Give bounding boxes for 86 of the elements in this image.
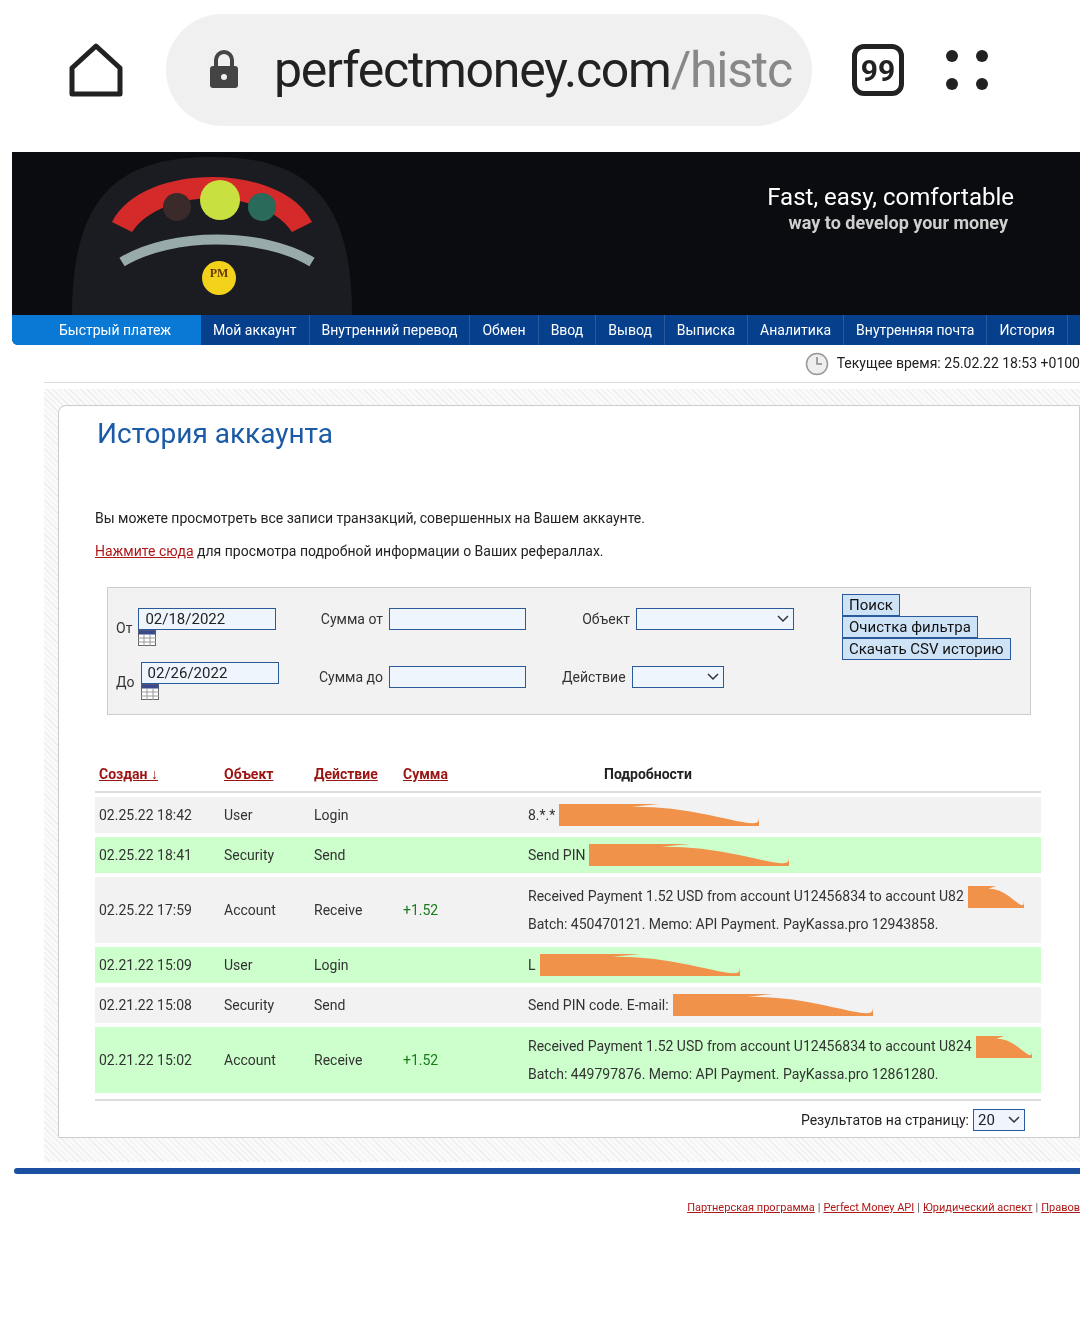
details-text: Batch: 449797876. Memo: API Payment. PayKassa.pro 12861280. [528, 1064, 939, 1084]
nav-tab[interactable]: Мой аккаунт [201, 315, 310, 345]
to-label: До [116, 673, 135, 692]
details-text: Send PIN [528, 845, 586, 865]
nav-tab[interactable]: Быстрый платеж [12, 315, 202, 345]
details-text: Batch: 450470121. Memo: API Payment. PayKassa.pro 12943858. [528, 914, 939, 934]
table-cell: 02.21.22 15:02 [99, 1051, 192, 1068]
sum-to-field[interactable] [389, 666, 526, 688]
chevron-down-icon [706, 673, 719, 681]
current-time: Текущее время: 25.02.22 18:53 +0100 [836, 354, 1080, 373]
table-cell: Send [314, 846, 346, 863]
from-label: От [116, 619, 133, 638]
nav-tab[interactable]: Ввод [538, 315, 597, 345]
table-cell: +1.52 [403, 1051, 439, 1068]
details-text: Received Payment 1.52 USD from account U12456834 to account U824 [528, 1037, 972, 1056]
slogan: Fast, easy, comfortable [767, 182, 1014, 212]
table-cell: Security [224, 996, 275, 1013]
filter-button[interactable]: Скачать CSV историю [842, 638, 1011, 660]
table-cell: 02.21.22 15:09 [99, 956, 192, 973]
address-bar[interactable]: perfectmoney.com/histc [166, 14, 812, 126]
chevron-down-icon [1008, 1116, 1020, 1124]
table-cell: 02.25.22 17:59 [99, 901, 192, 918]
url-text: perfectmoney.com/histc [274, 39, 792, 101]
action-label: Действие [562, 667, 626, 687]
separator: | [816, 1200, 822, 1216]
footer-link[interactable]: Правов [1041, 1200, 1080, 1217]
footer-link[interactable]: Perfect Money API [823, 1200, 915, 1217]
nav-tab[interactable]: Внутренний перевод [309, 315, 471, 345]
table-cell: 02.21.22 15:08 [99, 996, 192, 1013]
table-cell: Receive [314, 901, 363, 918]
nav-tab[interactable]: История [987, 315, 1068, 345]
table-cell: Login [314, 806, 349, 823]
table-cell: User [224, 806, 253, 823]
table-cell: Account [224, 1051, 276, 1068]
dropdown-select[interactable] [636, 608, 794, 630]
table-cell: 02.25.22 18:41 [99, 846, 192, 863]
calendar-icon[interactable] [138, 630, 157, 646]
lock-icon [208, 50, 240, 90]
table-cell: Receive [314, 1051, 363, 1068]
sum-from-field[interactable] [389, 608, 526, 630]
from-date-field[interactable]: 02/18/2022 [138, 608, 277, 630]
details-text: Send PIN code. E-mail: [528, 995, 669, 1015]
details-text: L [528, 955, 536, 975]
separator: | [1034, 1200, 1040, 1216]
table-cell: Account [224, 901, 276, 918]
nav-tab[interactable]: Обмен [470, 315, 539, 345]
nav-tab[interactable]: Выписка [664, 315, 749, 345]
table-cell: Security [224, 846, 275, 863]
dropdown-select[interactable] [631, 666, 724, 688]
table-cell: User [224, 956, 253, 973]
nav-tab[interactable]: Вывод [596, 315, 665, 345]
to-date-field[interactable]: 02/26/2022 [140, 662, 279, 684]
sum-to-label: Сумма до [318, 667, 383, 687]
banner-logo: PM [208, 265, 230, 282]
table-cell: Send [314, 996, 346, 1013]
clock-icon [804, 351, 829, 376]
filter-button[interactable]: Поиск [842, 594, 900, 616]
footer-link[interactable]: Партнерская программа [687, 1200, 815, 1217]
footer-link[interactable]: Юридический аспект [923, 1200, 1033, 1217]
column-header: Подробности [604, 765, 692, 782]
table-cell: 02.25.22 18:42 [99, 806, 192, 823]
referral-link[interactable]: Нажмите сюда [95, 543, 194, 559]
table-cell: +1.52 [403, 901, 439, 918]
object-label: Объект [582, 609, 630, 629]
column-header[interactable]: Сумма [403, 765, 448, 782]
sum-from-label: Сумма от [320, 609, 383, 629]
details-text: 8.*.* [528, 805, 556, 825]
intro-text: Вы можете просмотреть все записи транзакций, совершенных на Вашем аккаунте. [95, 509, 646, 528]
details-text: Received Payment 1.52 USD from account U12456834 to account U82 [528, 887, 964, 906]
column-header[interactable]: Действие [314, 765, 378, 782]
per-page-select[interactable]: 20 [973, 1109, 1025, 1131]
nav-tab[interactable]: Аналитика [748, 315, 845, 345]
menu-icon[interactable] [944, 48, 990, 92]
calendar-icon[interactable] [140, 684, 159, 700]
per-page-label: Результатов на страницу: [800, 1110, 969, 1130]
separator: | [916, 1200, 921, 1216]
table-cell: Login [314, 956, 349, 973]
tab-count[interactable]: 99 [852, 44, 904, 96]
referral-text: для просмотра подробной информации о Ваших рефераллах. [197, 543, 604, 559]
nav-tab[interactable]: Внутренняя почта [844, 315, 988, 345]
filter-button[interactable]: Очистка фильтра [842, 616, 978, 638]
page-title: История аккаунта [97, 416, 334, 452]
subslogan: way to develop your money [788, 212, 1008, 235]
column-header[interactable]: Объект [224, 765, 274, 782]
column-header[interactable]: Создан ↓ [99, 765, 158, 782]
chevron-down-icon [777, 615, 789, 623]
